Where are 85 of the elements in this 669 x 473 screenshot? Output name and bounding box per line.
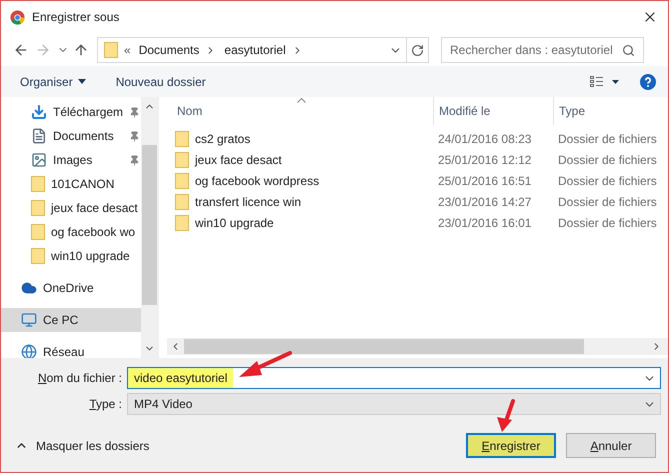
- overflow-chevron[interactable]: «: [124, 41, 131, 59]
- save-button[interactable]: Enregistrer: [466, 433, 556, 458]
- nav-item-label: jeux face desact: [51, 200, 138, 217]
- search-icon: [622, 44, 635, 56]
- type-value: MP4 Video: [133, 396, 194, 413]
- type-dropdown[interactable]: MP4 Video: [127, 393, 661, 415]
- column-header[interactable]: Nom: [167, 97, 433, 125]
- modified-date: 23/01/2016 16:01: [437, 214, 532, 232]
- modified-date: 23/01/2016 14:27: [437, 194, 532, 210]
- annotation-arrow: [497, 399, 515, 432]
- nav-item[interactable]: Documents: [1, 124, 141, 148]
- modified-date: 25/01/2016 12:12: [437, 152, 532, 168]
- nav-item[interactable]: Ce PC: [1, 308, 141, 332]
- nav-item[interactable]: og facebook wo: [1, 220, 141, 244]
- cloud-icon: [21, 280, 37, 296]
- modified-date: 24/01/2016 08:23: [437, 130, 532, 148]
- browser-logo-icon: [10, 10, 25, 24]
- scrollbar-thumb[interactable]: [184, 339, 584, 354]
- arrow-right-icon: [35, 42, 51, 58]
- nav-item-label: og facebook wo: [51, 224, 136, 241]
- nav-item-label: OneDrive: [43, 280, 94, 297]
- column-header[interactable]: Modifié le: [433, 97, 553, 125]
- view-options-icon[interactable]: [590, 76, 620, 88]
- organize-menu-button[interactable]: Organiser: [20, 72, 86, 90]
- horizontal-scrollbar[interactable]: [167, 338, 668, 355]
- sort-caret-icon: [297, 98, 306, 103]
- nav-item[interactable]: 101CANON: [1, 172, 141, 196]
- window-title: Enregistrer sous: [32, 9, 120, 26]
- nav-item-label: 101CANON: [51, 176, 114, 193]
- file-name[interactable]: win10 upgrade: [195, 214, 274, 232]
- nav-item-label: Téléchargem: [53, 104, 124, 121]
- breadcrumb[interactable]: easytutoriel: [224, 41, 286, 59]
- folder-icon: [175, 214, 189, 230]
- nav-item-label: Ce PC: [43, 312, 78, 329]
- folder-icon: [175, 152, 189, 168]
- file-name[interactable]: cs2 gratos: [195, 130, 250, 148]
- file-type: Dossier de fichiers: [557, 130, 658, 148]
- nav-item[interactable]: Téléchargem: [1, 100, 141, 124]
- folder-icon: [31, 200, 45, 216]
- field-label: Nom du fichier :: [38, 370, 122, 387]
- filename-field[interactable]: video easytutoriel: [127, 367, 661, 389]
- address-bar[interactable]: « Documents easytutoriel: [97, 37, 429, 63]
- hide-folders-button[interactable]: Masquer les dossiers: [15, 436, 150, 454]
- annotation-arrow: [239, 351, 292, 377]
- folder-icon: [175, 130, 189, 146]
- field-label: Type :: [89, 396, 122, 413]
- scrollbar-thumb[interactable]: [142, 145, 157, 305]
- network-icon: [21, 344, 37, 358]
- help-icon[interactable]: [640, 74, 656, 90]
- file-type: Dossier de fichiers: [557, 172, 658, 190]
- file-name[interactable]: jeux face desact: [195, 150, 282, 168]
- folder-icon: [31, 224, 45, 240]
- nav-item-label: Réseau: [43, 344, 84, 358]
- cancel-button[interactable]: Annuler: [566, 433, 656, 458]
- folder-icon: [175, 172, 189, 188]
- nav-item[interactable]: Réseau: [1, 340, 141, 358]
- column-header[interactable]: Type: [553, 97, 668, 125]
- file-name[interactable]: og facebook wordpress: [195, 172, 320, 190]
- search-field[interactable]: Rechercher dans : easytutoriel: [441, 37, 644, 63]
- nav-item[interactable]: Images: [1, 148, 141, 172]
- folder-icon: [104, 42, 118, 58]
- file-type: Dossier de fichiers: [557, 152, 658, 168]
- refresh-icon: [411, 44, 424, 56]
- modified-date: 25/01/2016 16:51: [437, 172, 532, 190]
- file-type: Dossier de fichiers: [557, 194, 658, 210]
- download-icon: [31, 104, 47, 120]
- nav-item[interactable]: jeux face desact: [1, 196, 141, 220]
- folder-icon: [31, 248, 45, 264]
- folder-icon: [31, 176, 45, 192]
- new-folder-button[interactable]: Nouveau dossier: [116, 72, 206, 90]
- caret-icon: [78, 79, 86, 84]
- nav-item-label: Images: [53, 152, 92, 169]
- file-type: Dossier de fichiers: [557, 214, 658, 232]
- nav-item[interactable]: win10 upgrade: [1, 244, 141, 268]
- vertical-scrollbar[interactable]: [141, 97, 158, 358]
- file-name[interactable]: transfert licence win: [195, 192, 302, 210]
- nav-item-label: Documents: [53, 128, 114, 145]
- filename-value: video easytutoriel: [128, 368, 234, 388]
- nav-item-label: win10 upgrade: [51, 248, 130, 265]
- folder-icon: [175, 194, 189, 210]
- image-icon: [31, 152, 47, 168]
- breadcrumb[interactable]: Documents: [138, 41, 200, 59]
- monitor-icon: [21, 312, 37, 328]
- nav-item[interactable]: OneDrive: [1, 276, 141, 300]
- document-icon: [31, 128, 47, 144]
